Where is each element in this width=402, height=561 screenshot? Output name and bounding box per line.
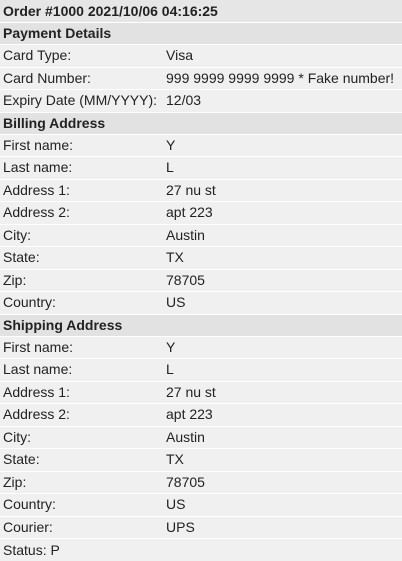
table-row: Address 2: apt 223 (0, 201, 402, 225)
shipping-country-value: US (163, 493, 402, 517)
table-row: Zip: 78705 (0, 269, 402, 292)
table-row: Country: US (0, 493, 402, 517)
order-status: Status: P (0, 539, 402, 561)
billing-address-header: Billing Address (0, 112, 402, 135)
payment-details-header: Payment Details (0, 23, 402, 45)
shipping-zip-label: Zip: (0, 471, 163, 494)
billing-last-name-value: L (163, 156, 402, 180)
table-row: Last name: L (0, 156, 402, 180)
table-row: Address 2: apt 223 (0, 403, 402, 427)
billing-address2-label: Address 2: (0, 201, 163, 225)
billing-first-name-label: First name: (0, 134, 163, 157)
order-title: Order #1000 2021/10/06 04:16:25 (0, 0, 402, 23)
billing-state-label: State: (0, 246, 163, 270)
billing-last-name-label: Last name: (0, 156, 163, 180)
shipping-address-table: First name: Y Last name: L Address 1: 27… (0, 336, 402, 540)
billing-zip-label: Zip: (0, 269, 163, 292)
table-row: Address 1: 27 nu st (0, 179, 402, 202)
payment-details-table: Card Type: Visa Card Number: 999 9999 99… (0, 45, 402, 113)
table-row: City: Austin (0, 426, 402, 449)
table-row: City: Austin (0, 224, 402, 247)
billing-zip-value: 78705 (163, 269, 402, 292)
table-row: State: TX (0, 246, 402, 270)
shipping-country-label: Country: (0, 493, 163, 517)
shipping-state-label: State: (0, 448, 163, 472)
table-row: Card Number: 999 9999 9999 9999 * Fake n… (0, 67, 402, 90)
shipping-address1-value: 27 nu st (163, 381, 402, 404)
card-type-label: Card Type: (0, 45, 163, 68)
shipping-city-label: City: (0, 426, 163, 449)
billing-address2-value: apt 223 (163, 201, 402, 225)
table-row: Courier: UPS (0, 516, 402, 539)
billing-city-value: Austin (163, 224, 402, 247)
billing-state-value: TX (163, 246, 402, 270)
shipping-state-value: TX (163, 448, 402, 472)
shipping-address-header: Shipping Address (0, 314, 402, 337)
shipping-zip-value: 78705 (163, 471, 402, 494)
expiry-date-value: 12/03 (163, 89, 402, 113)
expiry-date-label: Expiry Date (MM/YYYY): (0, 89, 163, 113)
table-row: First name: Y (0, 336, 402, 359)
shipping-first-name-label: First name: (0, 336, 163, 359)
table-row: Last name: L (0, 358, 402, 382)
shipping-courier-label: Courier: (0, 516, 163, 539)
shipping-last-name-value: L (163, 358, 402, 382)
shipping-address2-label: Address 2: (0, 403, 163, 427)
table-row: Expiry Date (MM/YYYY): 12/03 (0, 89, 402, 113)
table-row: First name: Y (0, 134, 402, 157)
billing-country-value: US (163, 291, 402, 315)
table-row: Zip: 78705 (0, 471, 402, 494)
card-type-value: Visa (163, 45, 402, 68)
billing-address1-value: 27 nu st (163, 179, 402, 202)
card-number-value: 999 9999 9999 9999 * Fake number! (163, 67, 402, 90)
shipping-city-value: Austin (163, 426, 402, 449)
order-details-page: Order #1000 2021/10/06 04:16:25 Payment … (0, 0, 402, 561)
shipping-address1-label: Address 1: (0, 381, 163, 404)
table-row: State: TX (0, 448, 402, 472)
shipping-courier-value: UPS (163, 516, 402, 539)
billing-country-label: Country: (0, 291, 163, 315)
billing-address-table: First name: Y Last name: L Address 1: 27… (0, 134, 402, 315)
table-row: Country: US (0, 291, 402, 315)
billing-first-name-value: Y (163, 134, 402, 157)
shipping-first-name-value: Y (163, 336, 402, 359)
card-number-label: Card Number: (0, 67, 163, 90)
shipping-address2-value: apt 223 (163, 403, 402, 427)
shipping-last-name-label: Last name: (0, 358, 163, 382)
billing-address1-label: Address 1: (0, 179, 163, 202)
table-row: Card Type: Visa (0, 45, 402, 68)
billing-city-label: City: (0, 224, 163, 247)
table-row: Address 1: 27 nu st (0, 381, 402, 404)
